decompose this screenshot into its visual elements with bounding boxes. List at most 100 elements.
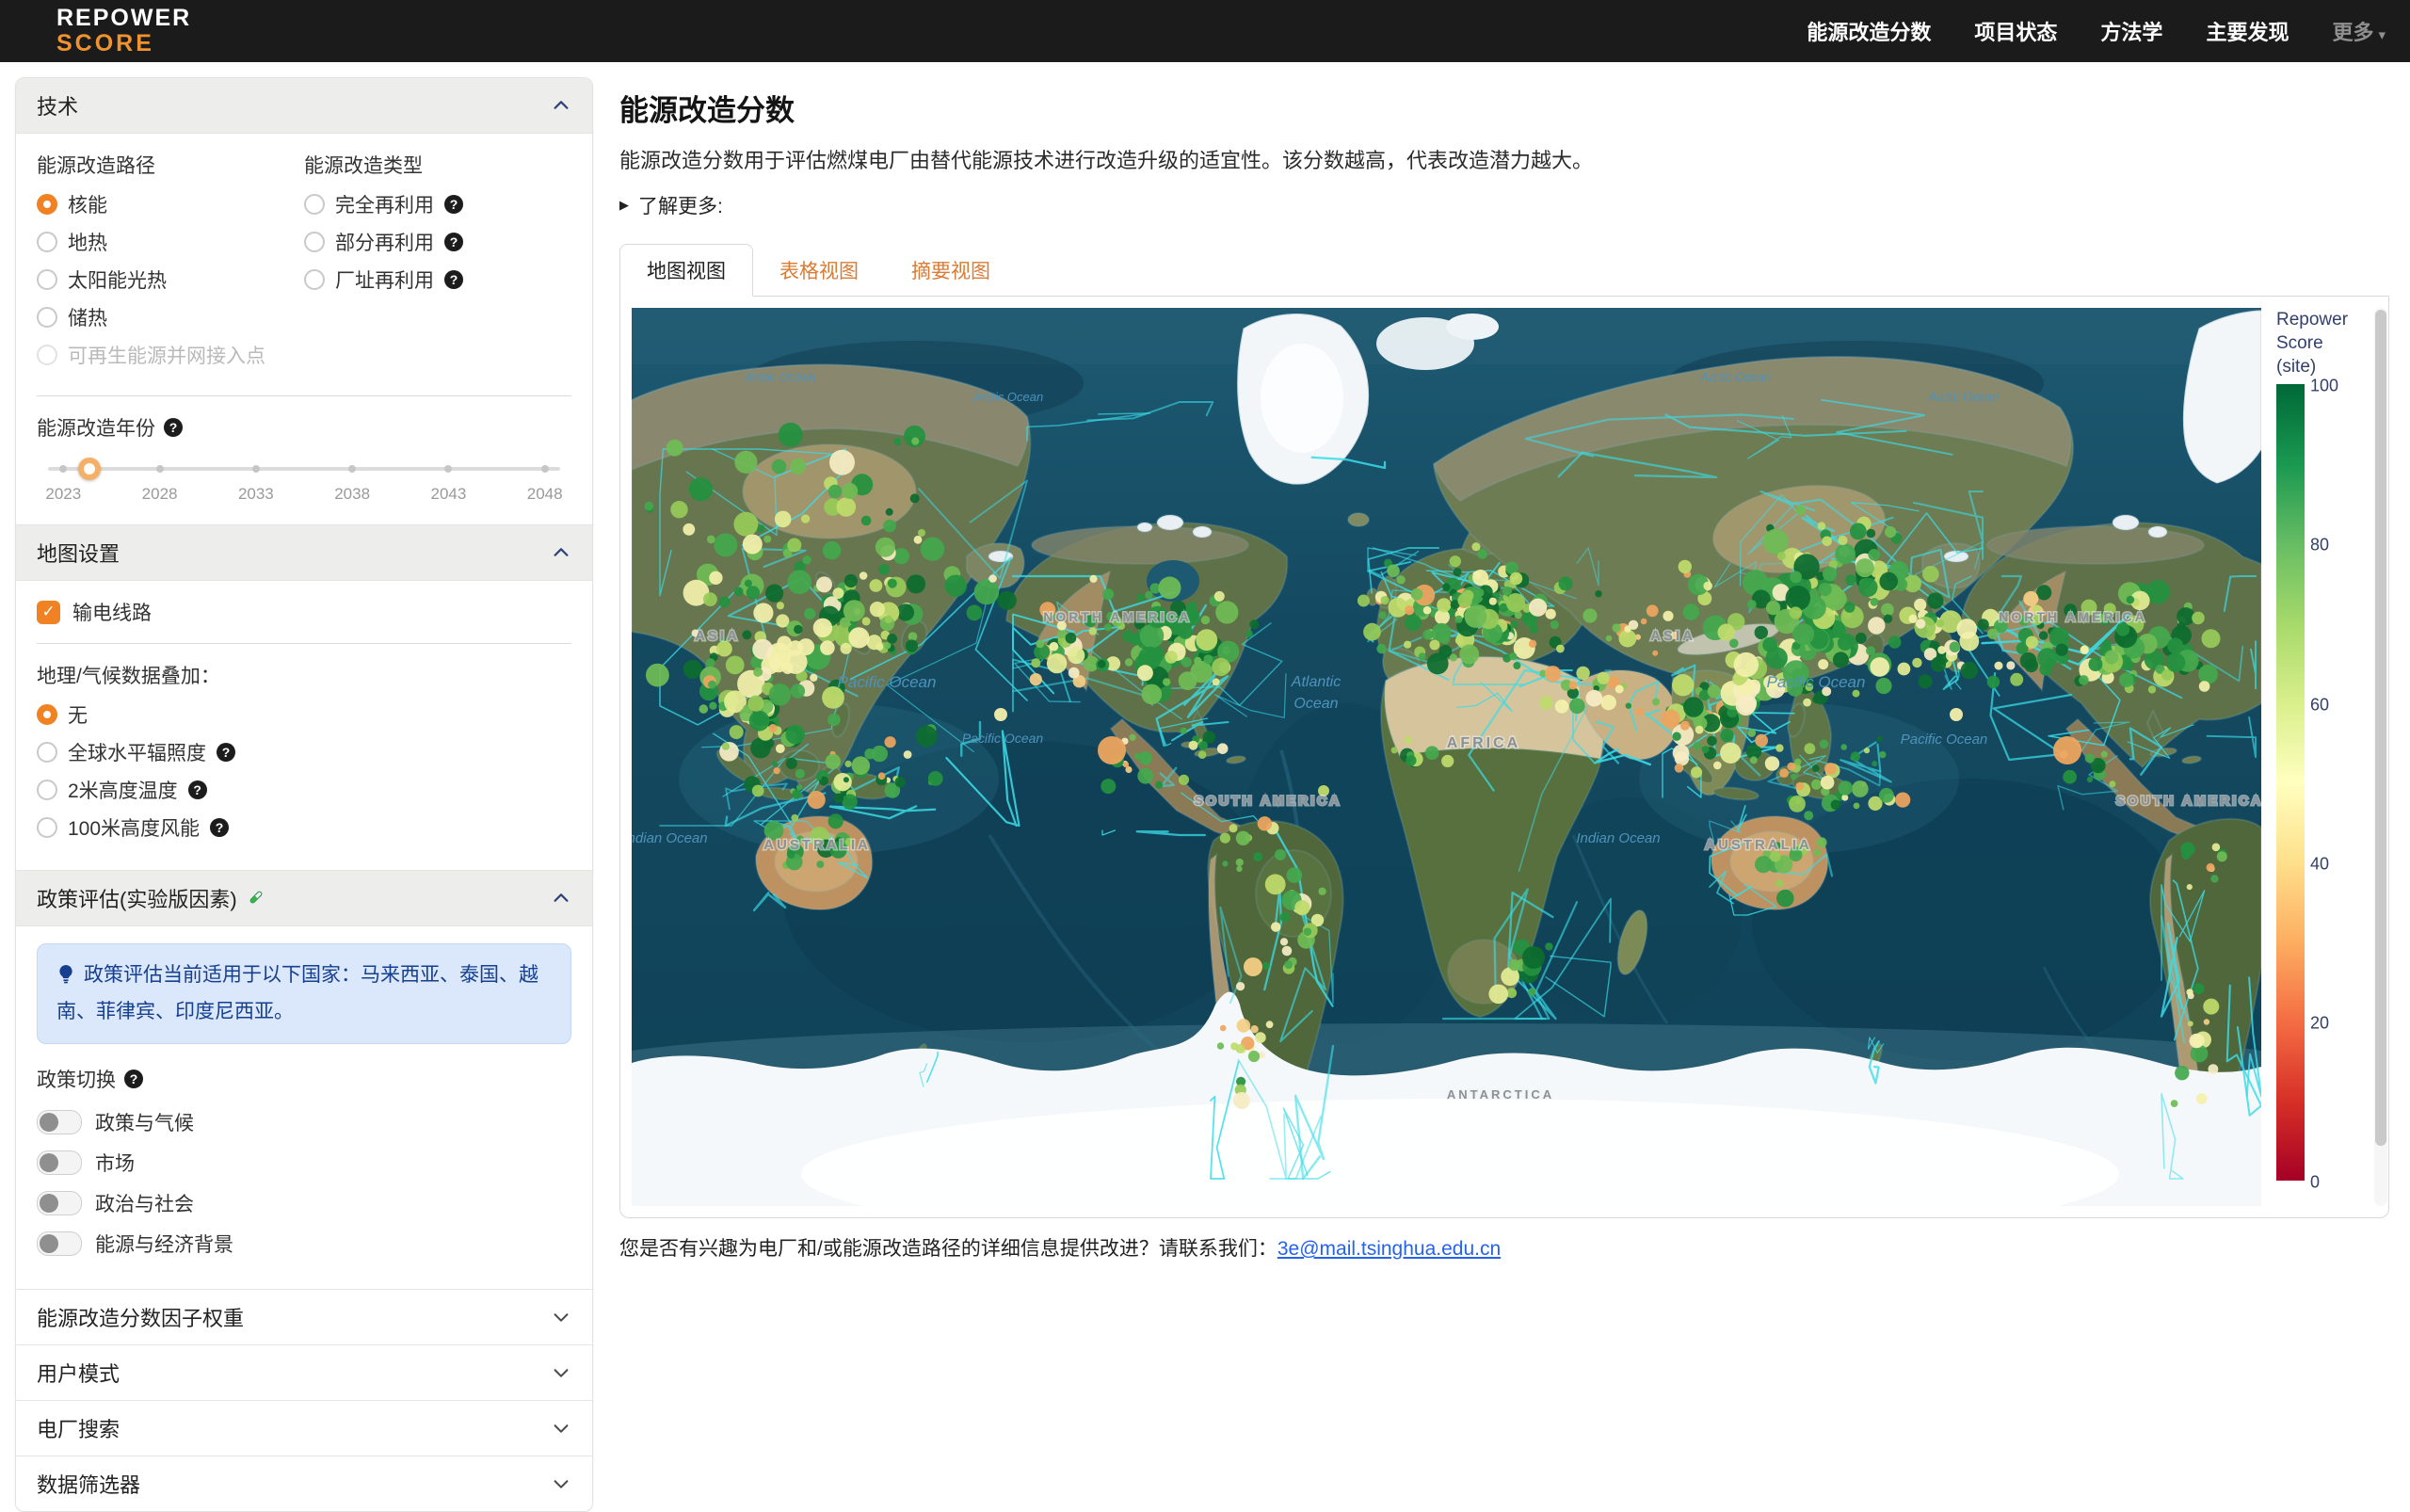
slider-tick: [348, 465, 356, 473]
map-legend: RepowerScore(site) 100806040200: [2276, 308, 2370, 1206]
radio-type-0[interactable]: 完全再利用?: [304, 190, 571, 218]
policy-info-box: 政策评估当前适用于以下国家：马来西亚、泰国、越南、菲律宾、印度尼西亚。: [37, 943, 571, 1044]
radio-label: 储热: [68, 303, 107, 331]
lightbulb-icon: [56, 963, 75, 996]
policy-toggle-label: 政策切换: [37, 1065, 116, 1093]
help-icon[interactable]: ?: [444, 233, 463, 251]
collapsed-sections: 能源改造分数因子权重用户模式电厂搜索数据筛选器: [16, 1290, 592, 1511]
nav-item-methodology[interactable]: 方法学: [2100, 16, 2162, 46]
tab-2[interactable]: 摘要视图: [885, 245, 1017, 296]
section-header-collapsed-0[interactable]: 能源改造分数因子权重: [16, 1290, 592, 1345]
radio-overlay-0[interactable]: 无: [37, 700, 571, 729]
radio-type-2[interactable]: 厂址再利用?: [304, 265, 571, 294]
help-icon[interactable]: ?: [444, 195, 463, 214]
section-header-collapsed-2[interactable]: 电厂搜索: [16, 1401, 592, 1456]
toggle-knob: [40, 1113, 58, 1132]
footer-contact: 您是否有兴趣为电厂和/或能源改造路径的详细信息提供改进？请联系我们：3e@mai…: [619, 1233, 2389, 1262]
radio-dot: [37, 307, 57, 328]
radio-label: 地热: [68, 228, 107, 256]
toggle-switch-1[interactable]: [37, 1150, 82, 1175]
slider-tick-label: 2028: [142, 485, 178, 504]
policy-info-text: 政策评估当前适用于以下国家：马来西亚、泰国、越南、菲律宾、印度尼西亚。: [56, 964, 538, 1022]
help-icon[interactable]: ?: [217, 743, 235, 762]
toggle-row-3: 能源与经济背景: [37, 1230, 571, 1258]
section-title: 能源改造分数因子权重: [37, 1302, 244, 1332]
help-icon[interactable]: ?: [210, 818, 229, 837]
legend-title-line: Score: [2276, 331, 2370, 355]
svg-text:Pacific Ocean: Pacific Ocean: [962, 731, 1044, 746]
svg-text:SOUTH AMERICA: SOUTH AMERICA: [1195, 793, 1342, 808]
radio-path-2[interactable]: 太阳能光热: [37, 265, 304, 294]
radio-overlay-2[interactable]: 2米高度温度?: [37, 776, 571, 804]
legend-tick-20: 20: [2310, 1014, 2329, 1034]
svg-text:Pacific Ocean: Pacific Ocean: [1901, 732, 1988, 748]
radio-dot: [304, 194, 325, 215]
section-header-collapsed-1[interactable]: 用户模式: [16, 1345, 592, 1401]
radio-path-3[interactable]: 储热: [37, 303, 304, 331]
repower-type-options: 完全再利用? 部分再利用? 厂址再利用?: [304, 190, 571, 294]
svg-text:Indian Ocean: Indian Ocean: [632, 830, 708, 846]
toggle-switch-2[interactable]: [37, 1191, 82, 1215]
slider-tick-label: 2043: [430, 485, 466, 504]
map-settings-body: ✓ 输电线路 地理/气候数据叠加： 无全球水平辐照度?2米高度温度?100米高度…: [16, 581, 592, 871]
help-icon[interactable]: ?: [164, 418, 183, 437]
transmission-lines-label: 输电线路: [72, 598, 152, 626]
tab-0[interactable]: 地图视图: [619, 244, 753, 297]
section-header-map-settings[interactable]: 地图设置: [16, 525, 592, 581]
logo-line1: REPOWER: [56, 7, 191, 30]
vertical-scrollbar[interactable]: [2374, 308, 2387, 1206]
view-tabs: 地图视图表格视图摘要视图: [619, 244, 2389, 297]
nav-item-more[interactable]: 更多▾: [2332, 16, 2386, 46]
radio-path-4[interactable]: 可再生能源并网接入点: [37, 341, 304, 369]
overlay-options: 无全球水平辐照度?2米高度温度?100米高度风能?: [37, 700, 571, 842]
transmission-lines-checkbox[interactable]: ✓ 输电线路: [37, 598, 571, 626]
help-icon[interactable]: ?: [124, 1070, 143, 1088]
radio-dot: [304, 269, 325, 290]
section-header-policy[interactable]: 政策评估(实验版因素): [16, 871, 592, 926]
app-logo[interactable]: REPOWER SCORE: [56, 7, 191, 56]
radio-overlay-1[interactable]: 全球水平辐照度?: [37, 738, 571, 766]
year-slider[interactable]: [48, 457, 560, 481]
radio-dot: [37, 269, 57, 290]
nav-item-status[interactable]: 项目状态: [1974, 16, 2057, 46]
radio-label: 无: [68, 700, 88, 729]
world-map[interactable]: Arctic OceanArctic OceanArctic OceanArct…: [632, 308, 2261, 1206]
scrollbar-thumb[interactable]: [2375, 310, 2386, 1146]
checkbox-check-icon: ✓: [37, 601, 60, 624]
overlay-group-label: 地理/气候数据叠加：: [37, 661, 571, 689]
slider-handle[interactable]: [78, 458, 101, 480]
toggle-label: 政治与社会: [95, 1189, 194, 1217]
toggle-switch-0[interactable]: [37, 1110, 82, 1134]
section-header-collapsed-3[interactable]: 数据筛选器: [16, 1456, 592, 1511]
slider-tick: [541, 465, 549, 473]
radio-dot: [37, 742, 57, 763]
chevron-down-icon: [551, 1473, 571, 1494]
footer-text: 您是否有兴趣为电厂和/或能源改造路径的详细信息提供改进？请联系我们：: [619, 1238, 1277, 1260]
top-navigation-bar: REPOWER SCORE 能源改造分数 项目状态 方法学 主要发现 更多▾: [0, 0, 2410, 62]
radio-overlay-3[interactable]: 100米高度风能?: [37, 813, 571, 842]
toggle-switch-3[interactable]: [37, 1231, 82, 1256]
section-header-technology[interactable]: 技术: [16, 78, 592, 134]
legend-title: RepowerScore(site): [2276, 308, 2370, 378]
radio-label: 2米高度温度: [68, 776, 178, 804]
tab-1[interactable]: 表格视图: [753, 245, 885, 296]
main-content: 能源改造分数 能源改造分数用于评估燃煤电厂由替代能源技术进行改造升级的适宜性。该…: [619, 73, 2410, 1262]
radio-dot: [37, 232, 57, 252]
radio-label: 太阳能光热: [68, 265, 167, 294]
nav-item-score[interactable]: 能源改造分数: [1807, 16, 1931, 46]
triangle-right-icon: ▶: [619, 198, 629, 213]
help-icon[interactable]: ?: [444, 270, 463, 289]
svg-text:Pacific Ocean: Pacific Ocean: [1767, 673, 1866, 691]
section-title-policy: 政策评估(实验版因素): [37, 883, 237, 913]
nav-item-findings[interactable]: 主要发现: [2206, 16, 2289, 46]
radio-path-0[interactable]: 核能: [37, 190, 304, 218]
test-tube-icon: [245, 888, 265, 909]
toggle-knob: [40, 1234, 58, 1253]
contact-email-link[interactable]: 3e@mail.tsinghua.edu.cn: [1277, 1238, 1501, 1260]
radio-path-1[interactable]: 地热: [37, 228, 304, 256]
legend-tick-100: 100: [2310, 377, 2338, 396]
learn-more-toggle[interactable]: ▶ 了解更多:: [619, 191, 2389, 219]
legend-tick-80: 80: [2310, 536, 2329, 555]
help-icon[interactable]: ?: [188, 780, 207, 799]
radio-type-1[interactable]: 部分再利用?: [304, 228, 571, 256]
